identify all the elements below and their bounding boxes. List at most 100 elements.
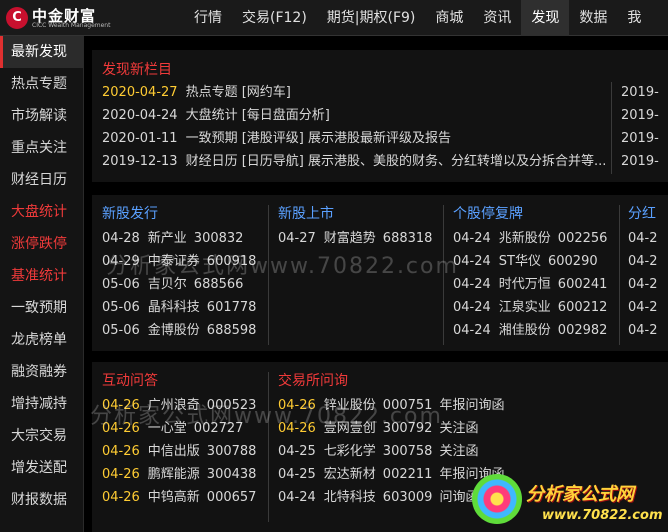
sidebar-item-margin[interactable]: 融资融券 (0, 356, 83, 388)
tab-quotes[interactable]: 行情 (184, 0, 232, 36)
list-item[interactable]: 04-27 财富趋势 688318 (278, 227, 438, 250)
item-date: 04-25 (278, 444, 316, 459)
item-code: 688318 (382, 231, 433, 246)
item-code: 300788 (206, 444, 257, 459)
list-item[interactable]: 04-24 湘佳股份 002982 (453, 319, 618, 342)
item-code: 688566 (193, 277, 244, 292)
inquiry-title[interactable]: 交易所问询 (278, 370, 498, 390)
discover-title: 发现新栏目 (102, 62, 172, 78)
item-code: 002211 (382, 467, 433, 482)
item-name: 壹网壹创 (323, 421, 376, 436)
item-name: ST华仪 (498, 254, 541, 269)
list-item[interactable]: 04-24 时代万恒 600241 (453, 273, 618, 296)
ipo-title[interactable]: 新股发行 (102, 203, 267, 223)
sidebar-item-limit-up-down[interactable]: 涨停跌停 (0, 228, 83, 260)
item-name: 时代万恒 (498, 277, 551, 292)
dividend-title[interactable]: 分红 (628, 203, 668, 223)
sidebar-item-market-analysis[interactable]: 市场解读 (0, 100, 83, 132)
list-item[interactable]: 04-26 中信出版 300788 (102, 440, 267, 463)
tab-futures-options[interactable]: 期货|期权(F9) (317, 0, 426, 36)
item-date: 04-24 (453, 300, 491, 315)
list-item[interactable]: 04-25 宏达新材 002211 年报问询函 (278, 463, 504, 486)
tab-me[interactable]: 我 (617, 0, 651, 36)
item-code: 300758 (382, 444, 433, 459)
item-date: 04-25 (278, 467, 316, 482)
item-name: 金博股份 (147, 323, 200, 338)
list-item[interactable]: 04-26 锌业股份 000751 年报问询函 (278, 394, 504, 417)
tab-mall[interactable]: 商城 (425, 0, 473, 36)
interact-title[interactable]: 互动问答 (102, 370, 267, 390)
item-name: 中信出版 (147, 444, 200, 459)
item-name: 锌业股份 (323, 398, 376, 413)
list-item[interactable]: 04-2 (628, 319, 668, 342)
logo-mark-icon: C (6, 7, 28, 29)
list-item[interactable]: 2019- (621, 150, 659, 173)
tab-news[interactable]: 资讯 (473, 0, 521, 36)
list-item[interactable]: 04-26 广州浪奇 000523 (102, 394, 267, 417)
list-item[interactable]: 04-28 新产业 300832 (102, 227, 267, 250)
item-name: 江泉实业 (498, 300, 551, 315)
list-item[interactable]: 04-2 (628, 296, 668, 319)
sidebar-item-dragon-tiger[interactable]: 龙虎榜单 (0, 324, 83, 356)
list-item[interactable]: 04-26 中钨高新 000657 (102, 486, 267, 509)
item-code: 600212 (557, 300, 608, 315)
list-item[interactable]: 04-2 (628, 250, 668, 273)
list-item[interactable]: 04-26 一心堂 002727 (102, 417, 267, 440)
list-item[interactable]: 2019- (621, 127, 659, 150)
sidebar-item-placement[interactable]: 增发送配 (0, 452, 83, 484)
list-item[interactable]: 2019-12-13 财经日历 [日历导航] 展示港股、美股的财务、分红转增以及分… (102, 150, 607, 173)
item-date: 04-24 (453, 231, 491, 246)
brand-logo[interactable]: C 中金财富 CICC Wealth Management (6, 5, 116, 31)
list-item[interactable]: 2020-01-11 一致预期 [港股评级] 展示港股最新评级及报告 (102, 127, 607, 150)
badge-title: 分析家公式网 (526, 484, 634, 505)
list-item[interactable]: 04-24 兆新股份 002256 (453, 227, 618, 250)
list-item[interactable]: 04-24 江泉实业 600212 (453, 296, 618, 319)
sidebar-item-hot-topics[interactable]: 热点专题 (0, 68, 83, 100)
sidebar-item-consensus[interactable]: 一致预期 (0, 292, 83, 324)
divider (268, 372, 269, 522)
sidebar-item-benchmark[interactable]: 基准统计 (0, 260, 83, 292)
item-type: 关注函 (439, 444, 479, 459)
item-code: 002727 (193, 421, 244, 436)
item-date: 04-26 (278, 421, 316, 436)
sidebar-item-block-trade[interactable]: 大宗交易 (0, 420, 83, 452)
list-item[interactable]: 04-24 ST华仪 600290 (453, 250, 618, 273)
sidebar-item-latest[interactable]: 最新发现 (0, 36, 83, 68)
item-code: 688598 (206, 323, 257, 338)
list-item[interactable]: 05-06 吉贝尔 688566 (102, 273, 267, 296)
sidebar-item-financials[interactable]: 财报数据 (0, 484, 83, 516)
item-name: 中泰证券 (147, 254, 200, 269)
item-name: 吉贝尔 (147, 277, 187, 292)
list-item[interactable]: 05-06 晶科科技 601778 (102, 296, 267, 319)
sidebar-item-focus[interactable]: 重点关注 (0, 132, 83, 164)
list-item[interactable]: 2019- (621, 81, 659, 104)
list-item[interactable]: 04-25 七彩化学 300758 关注函 (278, 440, 498, 463)
divider (443, 205, 444, 345)
item-date: 2020-04-27 (102, 85, 178, 100)
list-item[interactable]: 2020-04-24 大盘统计 [每日盘面分析] (102, 104, 607, 127)
listing-title[interactable]: 新股上市 (278, 203, 438, 223)
list-item[interactable]: 05-06 金博股份 688598 (102, 319, 267, 342)
item-date: 04-24 (453, 254, 491, 269)
item-date: 04-26 (102, 490, 140, 505)
item-date: 05-06 (102, 277, 140, 292)
list-item[interactable]: 04-26 壹网壹创 300792 关注函 (278, 417, 498, 440)
tab-discover[interactable]: 发现 (521, 0, 570, 36)
suspend-title[interactable]: 个股停复牌 (453, 203, 618, 223)
list-item[interactable]: 04-2 (628, 227, 668, 250)
sidebar-item-holdings-change[interactable]: 增持减持 (0, 388, 83, 420)
list-item[interactable]: 2020-04-27 热点专题 [网约车] (102, 81, 607, 104)
list-item[interactable]: 04-24 北特科技 603009 问询函 (278, 486, 498, 509)
item-name: 兆新股份 (498, 231, 551, 246)
tab-trade[interactable]: 交易(F12) (232, 0, 317, 36)
list-item[interactable]: 04-26 鹏辉能源 300438 (102, 463, 267, 486)
sidebar: 最新发现 热点专题 市场解读 重点关注 财经日历 大盘统计 涨停跌停 基准统计 … (0, 36, 84, 532)
list-item[interactable]: 2019- (621, 104, 659, 127)
item-code: 600918 (206, 254, 257, 269)
tab-data[interactable]: 数据 (569, 0, 617, 36)
list-item[interactable]: 04-29 中泰证券 600918 (102, 250, 267, 273)
list-item[interactable]: 04-2 (628, 273, 668, 296)
item-date: 04-26 (102, 421, 140, 436)
sidebar-item-calendar[interactable]: 财经日历 (0, 164, 83, 196)
sidebar-item-market-stats[interactable]: 大盘统计 (0, 196, 83, 228)
